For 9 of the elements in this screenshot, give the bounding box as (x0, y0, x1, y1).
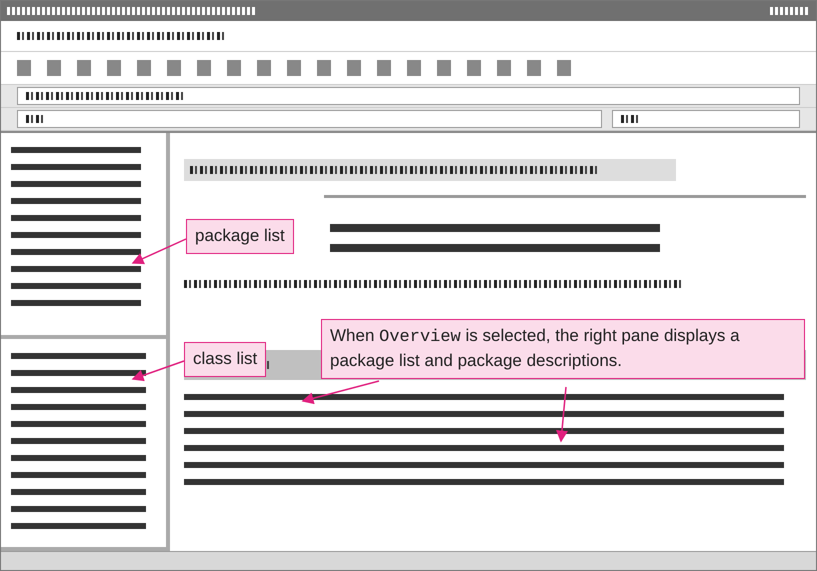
arrow (132, 238, 186, 264)
address-field[interactable] (17, 87, 800, 105)
callout-label: package list (186, 219, 294, 254)
callout-note: When Overview is selected, the right pane displays a package list and package descriptions. (321, 319, 805, 379)
arrow (556, 386, 568, 442)
search-field[interactable] (612, 110, 800, 128)
arrow (132, 360, 184, 382)
callout-label: class list (184, 342, 266, 377)
window-controls-drawing (770, 7, 810, 15)
